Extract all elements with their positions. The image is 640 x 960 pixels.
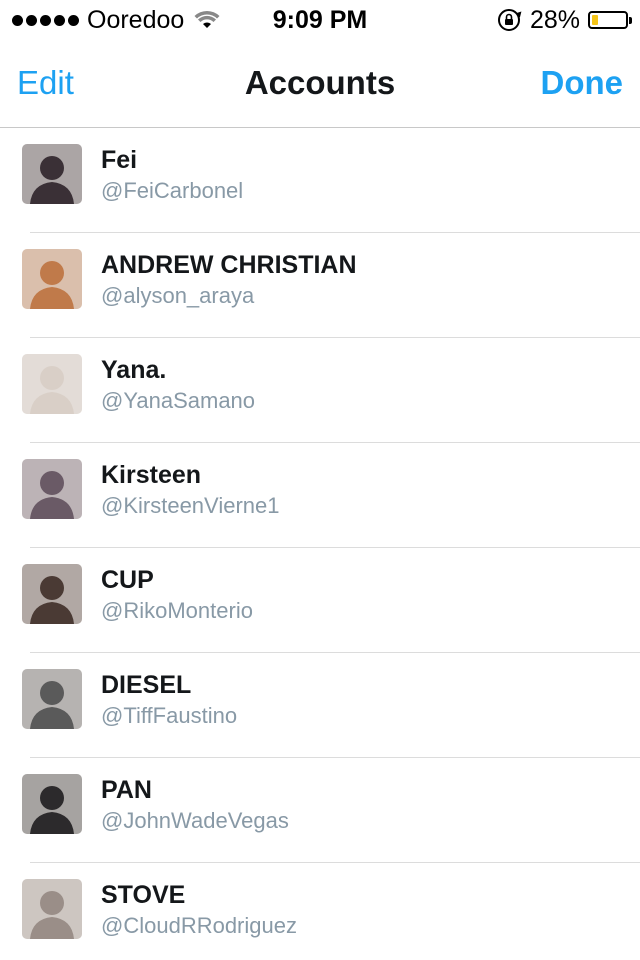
avatar-image: [22, 249, 82, 309]
avatar-image: [22, 774, 82, 834]
account-row[interactable]: PAN @JohnWadeVegas: [0, 758, 640, 863]
avatar: [22, 354, 82, 414]
account-handle: @YanaSamano: [101, 388, 256, 413]
avatar: [22, 459, 82, 519]
avatar: [22, 774, 82, 834]
avatar-image: [22, 354, 82, 414]
battery-fill: [592, 15, 599, 25]
account-handle: @CloudRRodriguez: [101, 913, 297, 938]
account-name: Kirsteen: [101, 461, 202, 489]
account-handle: @FeiCarbonel: [101, 178, 244, 203]
account-name: ANDREW CHRISTIAN: [101, 251, 357, 279]
account-row[interactable]: DIESEL @TiffFaustino: [0, 653, 640, 758]
avatar-image: [22, 459, 82, 519]
account-handle: @TiffFaustino: [101, 703, 238, 728]
account-row[interactable]: Yana. @YanaSamano: [0, 338, 640, 443]
account-name: DIESEL: [101, 671, 192, 699]
avatar-image: [22, 879, 82, 939]
account-name: Fei: [101, 146, 138, 174]
account-handle: @RikoMonterio: [101, 598, 253, 623]
avatar-image: [22, 144, 82, 204]
done-button[interactable]: Done: [541, 64, 624, 102]
account-row[interactable]: STOVE @CloudRRodriguez: [0, 863, 640, 960]
account-list: Fei @FeiCarbonel ANDREW CHRISTIAN @alyson_a…: [0, 128, 640, 960]
account-handle: @KirsteenVierne1: [101, 493, 280, 518]
account-row[interactable]: ANDREW CHRISTIAN @alyson_araya: [0, 233, 640, 338]
account-row[interactable]: Fei @FeiCarbonel: [0, 128, 640, 233]
status-bar: Ooredoo 9:09 PM 28%: [0, 0, 640, 40]
avatar: [22, 669, 82, 729]
rotation-lock-icon: [497, 9, 522, 31]
nav-bar: Edit Accounts Done: [0, 40, 640, 128]
account-name: STOVE: [101, 881, 186, 909]
avatar: [22, 144, 82, 204]
account-name: CUP: [101, 566, 154, 594]
accounts-screen: Ooredoo 9:09 PM 28% Edit Accounts Done F…: [0, 0, 640, 960]
account-name: Yana.: [101, 356, 167, 384]
avatar-image: [22, 564, 82, 624]
avatar: [22, 249, 82, 309]
avatar-image: [22, 669, 82, 729]
account-handle: @JohnWadeVegas: [101, 808, 289, 833]
avatar: [22, 879, 82, 939]
account-handle: @alyson_araya: [101, 283, 255, 308]
battery-percent: 28%: [529, 5, 580, 34]
account-row[interactable]: CUP @RikoMonterio: [0, 548, 640, 653]
account-name: PAN: [101, 776, 152, 804]
battery-icon: [588, 11, 632, 29]
avatar: [22, 564, 82, 624]
status-right: 28%: [496, 5, 632, 34]
account-row[interactable]: Kirsteen @KirsteenVierne1: [0, 443, 640, 548]
